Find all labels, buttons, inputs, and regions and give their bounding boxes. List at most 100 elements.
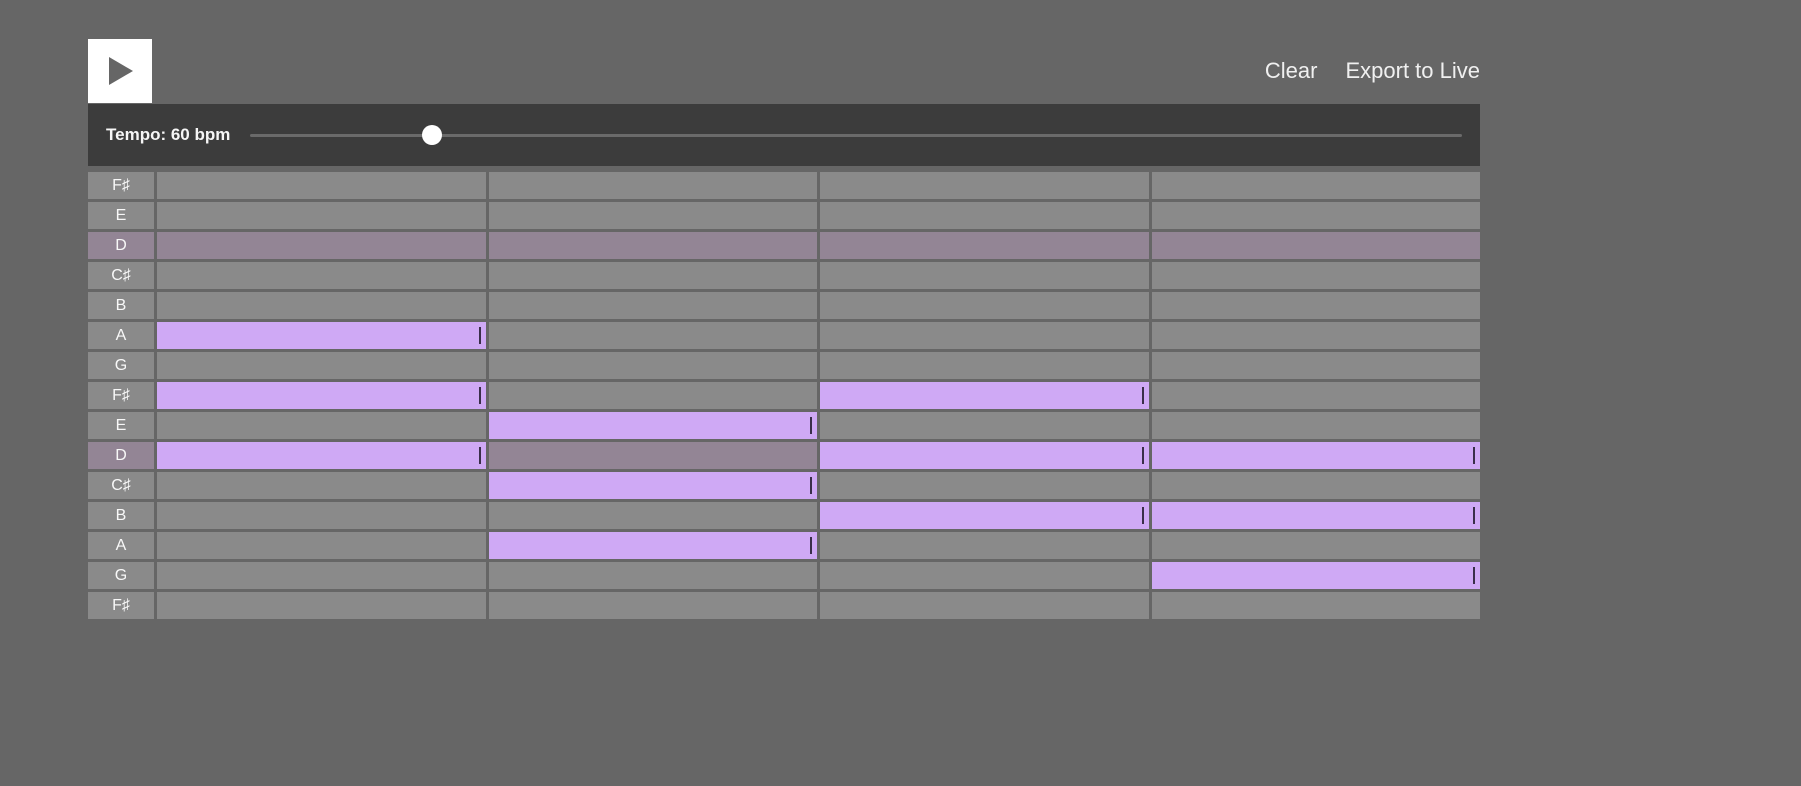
grid-cell[interactable] [820,232,1149,259]
note[interactable] [1152,442,1481,469]
tempo-slider-thumb[interactable] [422,125,442,145]
grid-cell[interactable] [157,562,486,589]
grid-cell[interactable] [820,502,1149,529]
grid-cell[interactable] [157,232,486,259]
grid-cell[interactable] [820,352,1149,379]
grid-cell[interactable] [157,202,486,229]
grid-cell[interactable] [157,592,486,619]
grid-row: D [88,232,1480,259]
grid-cell[interactable] [1152,442,1481,469]
grid-cell[interactable] [1152,592,1481,619]
grid-cell[interactable] [489,592,818,619]
note[interactable] [820,442,1149,469]
grid-cell[interactable] [489,322,818,349]
grid-cell[interactable] [820,532,1149,559]
row-label: A [88,532,154,559]
note[interactable] [157,442,486,469]
grid-cell[interactable] [489,562,818,589]
grid-cell[interactable] [489,262,818,289]
grid-row: F♯ [88,592,1480,619]
play-button[interactable] [88,39,152,103]
grid-cell[interactable] [820,442,1149,469]
grid-cell[interactable] [1152,412,1481,439]
note[interactable] [489,472,818,499]
grid-cell[interactable] [1152,532,1481,559]
grid-cell[interactable] [489,382,818,409]
tempo-slider[interactable] [250,125,1462,145]
grid-cell[interactable] [157,352,486,379]
grid-cell[interactable] [489,172,818,199]
grid-cell[interactable] [1152,292,1481,319]
grid-cell[interactable] [157,322,486,349]
row-label: A [88,322,154,349]
grid-cell[interactable] [820,172,1149,199]
grid-cell[interactable] [1152,322,1481,349]
grid-row: F♯ [88,382,1480,409]
grid-row: D [88,442,1480,469]
grid-row: A [88,322,1480,349]
row-label: G [88,352,154,379]
grid-cell[interactable] [1152,502,1481,529]
grid-cell[interactable] [489,472,818,499]
export-button[interactable]: Export to Live [1345,58,1480,84]
note[interactable] [820,502,1149,529]
grid-cell[interactable] [820,472,1149,499]
grid-cell[interactable] [1152,232,1481,259]
note[interactable] [157,322,486,349]
note[interactable] [1152,562,1481,589]
grid-row: B [88,502,1480,529]
grid-row: C♯ [88,262,1480,289]
grid-cell[interactable] [157,442,486,469]
grid-cell[interactable] [157,412,486,439]
grid-cell[interactable] [820,262,1149,289]
play-icon [107,57,133,85]
grid-cell[interactable] [1152,172,1481,199]
grid-cell[interactable] [489,532,818,559]
grid-cell[interactable] [489,502,818,529]
grid-cell[interactable] [820,292,1149,319]
row-label: E [88,202,154,229]
grid-cell[interactable] [157,502,486,529]
row-label: B [88,292,154,319]
grid-row: E [88,412,1480,439]
note[interactable] [489,532,818,559]
grid-cell[interactable] [157,472,486,499]
note[interactable] [820,382,1149,409]
grid-row: G [88,352,1480,379]
grid-cell[interactable] [820,382,1149,409]
grid-cell[interactable] [820,322,1149,349]
grid-cell[interactable] [157,382,486,409]
grid-cell[interactable] [157,172,486,199]
grid-cell[interactable] [1152,352,1481,379]
grid-cell[interactable] [157,532,486,559]
grid-row: B [88,292,1480,319]
grid-cell[interactable] [157,262,486,289]
grid-cell[interactable] [489,352,818,379]
row-label: G [88,562,154,589]
grid-cell[interactable] [1152,562,1481,589]
note[interactable] [1152,502,1481,529]
grid-cell[interactable] [1152,472,1481,499]
grid-cell[interactable] [820,592,1149,619]
grid-row: C♯ [88,472,1480,499]
grid-cell[interactable] [820,562,1149,589]
clear-button[interactable]: Clear [1265,58,1318,84]
grid-cell[interactable] [820,412,1149,439]
note[interactable] [157,382,486,409]
grid-cell[interactable] [489,292,818,319]
grid-cell[interactable] [1152,382,1481,409]
grid-row: E [88,202,1480,229]
note[interactable] [489,412,818,439]
grid-cell[interactable] [157,292,486,319]
grid-cell[interactable] [489,232,818,259]
grid-cell[interactable] [1152,262,1481,289]
grid-cell[interactable] [489,202,818,229]
grid-cell[interactable] [1152,202,1481,229]
row-label: D [88,442,154,469]
grid-cell[interactable] [489,412,818,439]
row-label: C♯ [88,262,154,289]
grid-cell[interactable] [820,202,1149,229]
grid-row: A [88,532,1480,559]
row-label: F♯ [88,382,154,409]
grid-cell[interactable] [489,442,818,469]
